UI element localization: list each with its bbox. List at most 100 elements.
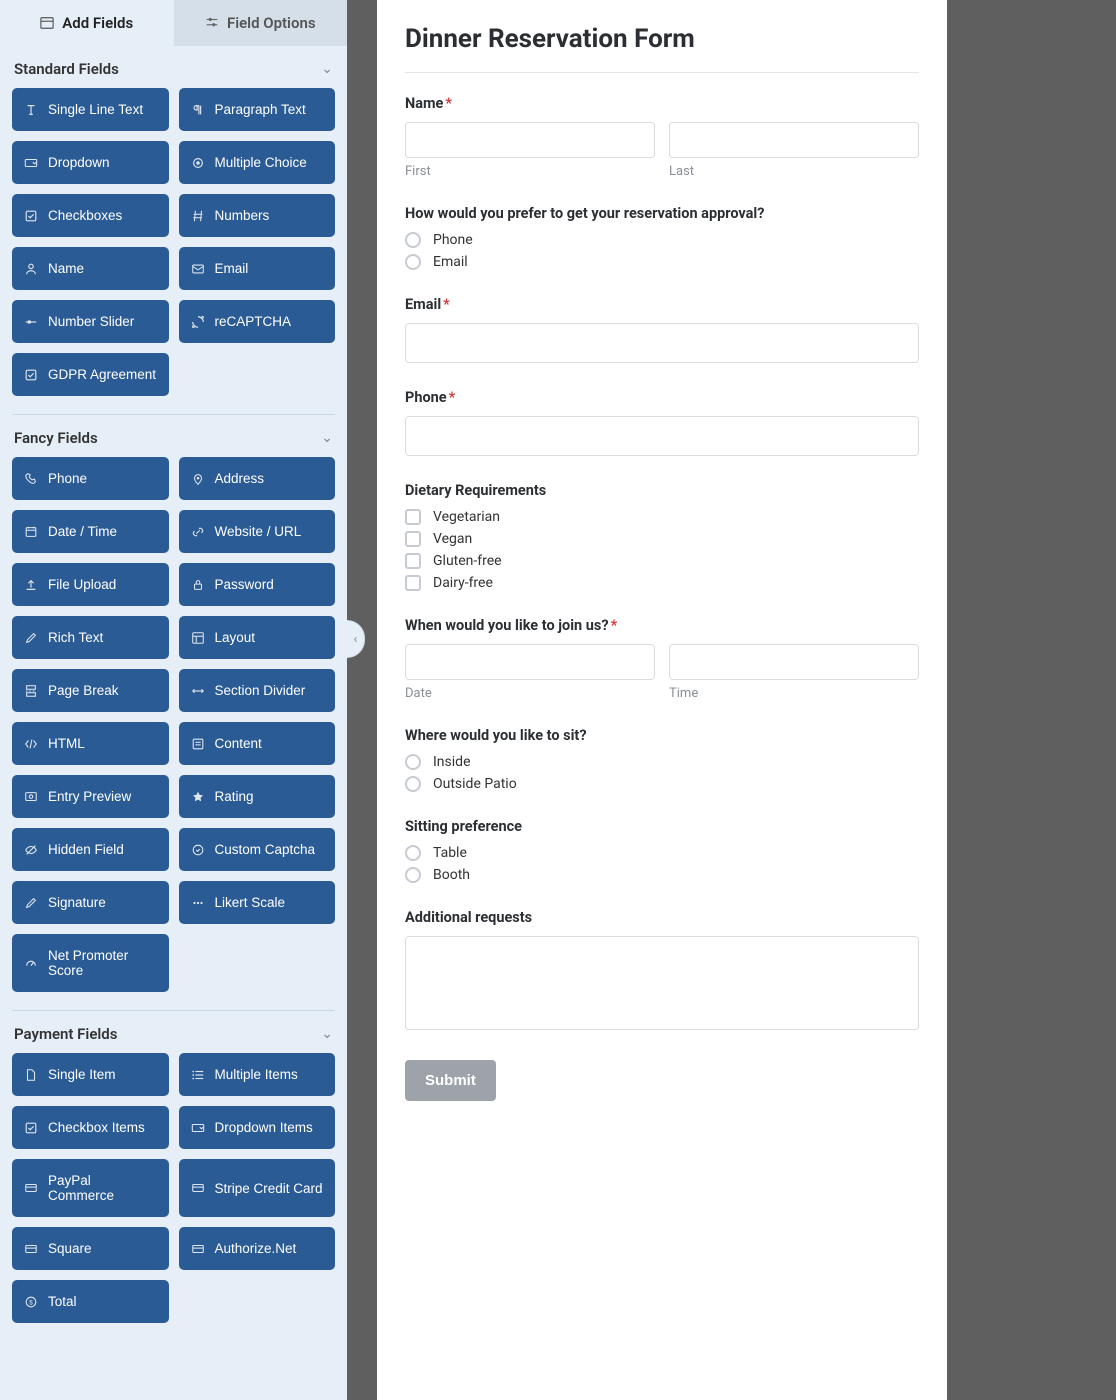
radio-icon[interactable] (405, 232, 421, 248)
field-multiple-choice[interactable]: Multiple Choice (179, 141, 336, 184)
additional-textarea[interactable] (405, 936, 919, 1030)
field-gdpr-agreement[interactable]: GDPR Agreement (12, 353, 169, 396)
field-checkbox-items[interactable]: Checkbox Items (12, 1106, 169, 1149)
layout-icon (191, 631, 205, 645)
option-email[interactable]: Email (405, 254, 919, 270)
section-fancy-header[interactable]: Fancy Fields ⌄ (0, 415, 347, 457)
field-phone[interactable]: Phone (12, 457, 169, 500)
radio-icon[interactable] (405, 867, 421, 883)
option-phone[interactable]: Phone (405, 232, 919, 248)
field-name[interactable]: Name (12, 247, 169, 290)
option-label: Outside Patio (433, 776, 517, 792)
tab-field-options-label: Field Options (227, 14, 316, 32)
field-dropdown[interactable]: Dropdown (12, 141, 169, 184)
radio-icon[interactable] (405, 254, 421, 270)
option-table[interactable]: Table (405, 845, 919, 861)
field-name[interactable]: Name* First Last (405, 95, 919, 179)
field-html[interactable]: HTML (12, 722, 169, 765)
field-label: reCAPTCHA (215, 314, 292, 329)
field-total[interactable]: $Total (12, 1280, 169, 1323)
checkbox-icon[interactable] (405, 575, 421, 591)
field-additional[interactable]: Additional requests (405, 909, 919, 1034)
field-checkboxes[interactable]: Checkboxes (12, 194, 169, 237)
radio-icon[interactable] (405, 845, 421, 861)
field-recaptcha[interactable]: reCAPTCHA (179, 300, 336, 343)
email-input[interactable] (405, 323, 919, 363)
grid-payment: Single Item Multiple Items Checkbox Items D… (0, 1053, 347, 1341)
checkbox-icon[interactable] (405, 553, 421, 569)
upload-icon (24, 578, 38, 592)
field-page-break[interactable]: Page Break (12, 669, 169, 712)
chevron-down-icon: ⌄ (321, 61, 333, 77)
field-dropdown-items[interactable]: Dropdown Items (179, 1106, 336, 1149)
field-date-time[interactable]: Date / Time (12, 510, 169, 553)
when-time-input[interactable] (669, 644, 919, 680)
tab-add-fields[interactable]: Add Fields (0, 0, 174, 46)
radio-icon[interactable] (405, 754, 421, 770)
field-approval[interactable]: How would you prefer to get your reserva… (405, 205, 919, 270)
option-label: Vegan (433, 531, 472, 547)
checkbox-icon[interactable] (405, 531, 421, 547)
option-gluten-free[interactable]: Gluten-free (405, 553, 919, 569)
field-net-promoter-score[interactable]: Net Promoter Score (12, 934, 169, 992)
field-authorize-net[interactable]: Authorize.Net (179, 1227, 336, 1270)
field-signature[interactable]: Signature (12, 881, 169, 924)
dropdown-icon (24, 156, 38, 170)
content-icon (191, 737, 205, 751)
checkbox-icon[interactable] (405, 509, 421, 525)
field-single-item[interactable]: Single Item (12, 1053, 169, 1096)
name-first-input[interactable] (405, 122, 655, 158)
field-section-divider[interactable]: Section Divider (179, 669, 336, 712)
field-file-upload[interactable]: File Upload (12, 563, 169, 606)
phone-input[interactable] (405, 416, 919, 456)
name-last-input[interactable] (669, 122, 919, 158)
field-email[interactable]: Email (179, 247, 336, 290)
field-rating[interactable]: Rating (179, 775, 336, 818)
field-label: Section Divider (215, 683, 306, 698)
option-booth[interactable]: Booth (405, 867, 919, 883)
field-rich-text[interactable]: Rich Text (12, 616, 169, 659)
field-number-slider[interactable]: Number Slider (12, 300, 169, 343)
sidebar-tabs: Add Fields Field Options (0, 0, 347, 46)
field-dietary[interactable]: Dietary Requirements VegetarianVeganGlut… (405, 482, 919, 591)
field-entry-preview[interactable]: Entry Preview (12, 775, 169, 818)
field-label: Layout (215, 630, 256, 645)
field-single-line-text[interactable]: Single Line Text (12, 88, 169, 131)
option-dairy-free[interactable]: Dairy-free (405, 575, 919, 591)
field-layout[interactable]: Layout (179, 616, 336, 659)
field-numbers[interactable]: Numbers (179, 194, 336, 237)
field-stripe-credit-card[interactable]: Stripe Credit Card (179, 1159, 336, 1217)
field-likert-scale[interactable]: Likert Scale (179, 881, 336, 924)
option-inside[interactable]: Inside (405, 754, 919, 770)
field-password[interactable]: Password (179, 563, 336, 606)
field-label: Content (215, 736, 262, 751)
section-standard-header[interactable]: Standard Fields ⌄ (0, 46, 347, 88)
field-content[interactable]: Content (179, 722, 336, 765)
field-label: Dropdown Items (215, 1120, 313, 1135)
field-sitting[interactable]: Sitting preference TableBooth (405, 818, 919, 883)
eye-off-icon (24, 843, 38, 857)
field-label: Multiple Items (215, 1067, 298, 1082)
field-where[interactable]: Where would you like to sit? InsideOutsi… (405, 727, 919, 792)
when-date-input[interactable] (405, 644, 655, 680)
option-outside-patio[interactable]: Outside Patio (405, 776, 919, 792)
option-vegan[interactable]: Vegan (405, 531, 919, 547)
field-hidden-field[interactable]: Hidden Field (12, 828, 169, 871)
radio-icon[interactable] (405, 776, 421, 792)
field-square[interactable]: Square (12, 1227, 169, 1270)
field-phone[interactable]: Phone* (405, 389, 919, 456)
submit-button[interactable]: Submit (405, 1060, 496, 1101)
field-paragraph-text[interactable]: Paragraph Text (179, 88, 336, 131)
section-payment-header[interactable]: Payment Fields ⌄ (0, 1011, 347, 1053)
tab-field-options[interactable]: Field Options (174, 0, 348, 46)
field-custom-captcha[interactable]: Custom Captcha (179, 828, 336, 871)
field-label: GDPR Agreement (48, 367, 156, 382)
field-label: Numbers (215, 208, 270, 223)
field-email[interactable]: Email* (405, 296, 919, 363)
field-website-url[interactable]: Website / URL (179, 510, 336, 553)
field-when[interactable]: When would you like to join us?* Date Ti… (405, 617, 919, 701)
field-paypal-commerce[interactable]: PayPal Commerce (12, 1159, 169, 1217)
field-multiple-items[interactable]: Multiple Items (179, 1053, 336, 1096)
field-address[interactable]: Address (179, 457, 336, 500)
option-vegetarian[interactable]: Vegetarian (405, 509, 919, 525)
